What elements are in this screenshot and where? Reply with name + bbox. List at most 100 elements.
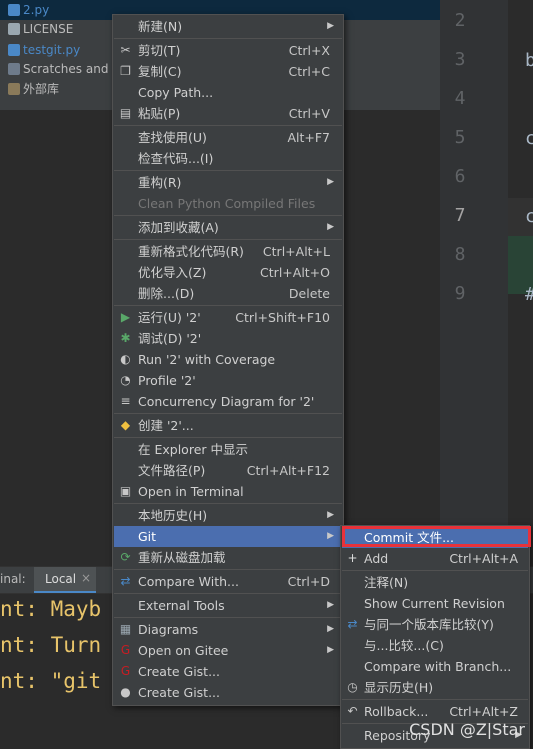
menu-item[interactable]: ▶ 运行(U) '2' Ctrl+Shift+F10	[114, 307, 342, 328]
menu-item[interactable]: 删除...(D) Delete	[114, 283, 342, 304]
menu-item-label: Run '2' with Coverage	[138, 352, 276, 367]
submenu-item[interactable]: 与...比较...(C)	[342, 635, 528, 656]
menu-item-label: Diagrams	[138, 622, 199, 637]
menu-item[interactable]: 本地历史(H) ▶	[114, 505, 342, 526]
code-fragment: c	[525, 206, 533, 227]
annotation-red-box	[342, 526, 531, 547]
menu-item[interactable]: G Open on Gitee ▶	[114, 640, 342, 661]
menu-item[interactable]: ✱ 调试(D) '2'	[114, 328, 342, 349]
menu-item-label: Create Gist...	[138, 664, 221, 679]
menu-separator	[114, 305, 342, 306]
menu-separator	[114, 593, 342, 594]
submenu-item[interactable]: ◷ 显示历史(H)	[342, 677, 528, 698]
menu-separator	[342, 699, 528, 700]
chevron-right-icon: ▶	[327, 510, 334, 520]
menu-item[interactable]: ◆ 创建 '2'...	[114, 415, 342, 436]
menu-item[interactable]: 重新格式化代码(R) Ctrl+Alt+L	[114, 241, 342, 262]
menu-item-label: 文件路径(P)	[138, 463, 206, 478]
menu-item[interactable]: 添加到收藏(A) ▶	[114, 217, 342, 238]
menu-item[interactable]: ⇄ Compare With... Ctrl+D	[114, 571, 342, 592]
menu-item-label: Concurrency Diagram for '2'	[138, 394, 315, 409]
line-number: 3	[454, 49, 466, 70]
menu-item-label: Compare With...	[138, 574, 239, 589]
menu-item[interactable]: 新建(N) ▶	[114, 16, 342, 37]
menu-item[interactable]: ≡ Concurrency Diagram for '2'	[114, 391, 342, 412]
chevron-right-icon: ▶	[327, 645, 334, 655]
menu-item[interactable]: ▦ Diagrams ▶	[114, 619, 342, 640]
menu-item[interactable]: ◐ Run '2' with Coverage	[114, 349, 342, 370]
submenu-item[interactable]: + Add Ctrl+Alt+A	[342, 548, 528, 569]
submenu-item[interactable]: ↶ Rollback... Ctrl+Alt+Z	[342, 701, 528, 722]
menu-item-label: 优化导入(Z)	[138, 265, 207, 280]
tree-item[interactable]: LICENSE	[0, 19, 73, 39]
menu-item[interactable]: Copy Path...	[114, 82, 342, 103]
menu-item-label: 新建(N)	[138, 19, 183, 34]
menu-item[interactable]: 在 Explorer 中显示	[114, 439, 342, 460]
text-file-icon	[8, 23, 20, 35]
close-icon[interactable]: ×	[81, 571, 91, 585]
menu-item[interactable]: 重构(R) ▶	[114, 172, 342, 193]
tree-item-label: testgit.py	[23, 43, 81, 57]
menu-item-label: Open on Gitee	[138, 643, 229, 658]
gitee-icon: G	[120, 664, 131, 678]
menu-item[interactable]: 文件路径(P) Ctrl+Alt+F12	[114, 460, 342, 481]
line-number: 4	[454, 88, 466, 109]
menu-item[interactable]: G Create Gist...	[114, 661, 342, 682]
line-number: 9	[454, 283, 466, 304]
menu-separator	[114, 413, 342, 414]
compare-icon: ⇄	[120, 574, 131, 588]
tree-item-label: 2.py	[23, 3, 50, 17]
terminal-label: inal:	[0, 572, 26, 586]
menu-item[interactable]: ● Create Gist...	[114, 682, 342, 703]
submenu-item-label: 显示历史(H)	[364, 680, 434, 695]
cut-icon: ✂	[120, 43, 131, 57]
menu-item[interactable]: 优化导入(Z) Ctrl+Alt+O	[114, 262, 342, 283]
submenu-item-label: Compare with Branch...	[364, 659, 512, 674]
submenu-item-shortcut: Ctrl+Alt+A	[449, 551, 518, 566]
menu-item[interactable]: ▣ Open in Terminal	[114, 481, 342, 502]
menu-item-label: 重新从磁盘加载	[138, 550, 226, 565]
menu-item[interactable]: External Tools ▶	[114, 595, 342, 616]
coverage-icon: ◐	[120, 352, 131, 366]
python-icon: ◆	[120, 418, 131, 432]
menu-item-shortcut: Ctrl+X	[288, 43, 330, 58]
menu-item-label: 添加到收藏(A)	[138, 220, 219, 235]
plus-icon: +	[347, 551, 358, 565]
chevron-right-icon: ▶	[327, 21, 334, 31]
tree-item[interactable]: 外部库	[0, 79, 59, 99]
submenu-item-label: 注释(N)	[364, 575, 409, 590]
menu-separator	[114, 617, 342, 618]
terminal-tab-local[interactable]: Local ×	[34, 567, 96, 593]
copy-icon: ❐	[120, 64, 131, 78]
menu-item-label: 创建 '2'...	[138, 418, 194, 433]
menu-item[interactable]: ▤ 粘贴(P) Ctrl+V	[114, 103, 342, 124]
submenu-item[interactable]: 注释(N)	[342, 572, 528, 593]
menu-item[interactable]: 查找使用(U) Alt+F7	[114, 127, 342, 148]
editor-gutter	[440, 0, 508, 560]
reload-icon: ⟳	[120, 550, 131, 564]
submenu-item[interactable]: Compare with Branch...	[342, 656, 528, 677]
menu-item[interactable]: Git ▶	[114, 526, 342, 547]
watermark: CSDN @Z|Star	[409, 720, 525, 739]
menu-item-shortcut: Ctrl+C	[288, 64, 330, 79]
menu-item-shortcut: Ctrl+D	[287, 574, 330, 589]
submenu-item[interactable]: ⇄ 与同一个版本库比较(Y)	[342, 614, 528, 635]
tree-item[interactable]: testgit.py	[0, 40, 80, 60]
terminal-line: nt: Mayb	[0, 597, 102, 621]
menu-separator	[114, 170, 342, 171]
menu-item[interactable]: ◔ Profile '2'	[114, 370, 342, 391]
menu-item[interactable]: 检查代码...(I)	[114, 148, 342, 169]
code-fragment: c	[525, 128, 533, 149]
github-icon: ●	[120, 685, 131, 699]
paste-icon: ▤	[119, 106, 132, 120]
submenu-item[interactable]: Show Current Revision	[342, 593, 528, 614]
menu-item-shortcut: Ctrl+Shift+F10	[235, 310, 330, 325]
menu-item-label: 在 Explorer 中显示	[138, 442, 248, 457]
menu-item[interactable]: ⟳ 重新从磁盘加载	[114, 547, 342, 568]
menu-item[interactable]: ❐ 复制(C) Ctrl+C	[114, 61, 342, 82]
menu-item[interactable]: ✂ 剪切(T) Ctrl+X	[114, 40, 342, 61]
menu-item-shortcut: Ctrl+Alt+O	[260, 265, 330, 280]
git-submenu: Commit 文件... + Add Ctrl+Alt+A 注释(N) Show Curr…	[340, 525, 530, 749]
terminal-icon: ▣	[119, 484, 132, 498]
menu-item-label: 调试(D) '2'	[138, 331, 202, 346]
